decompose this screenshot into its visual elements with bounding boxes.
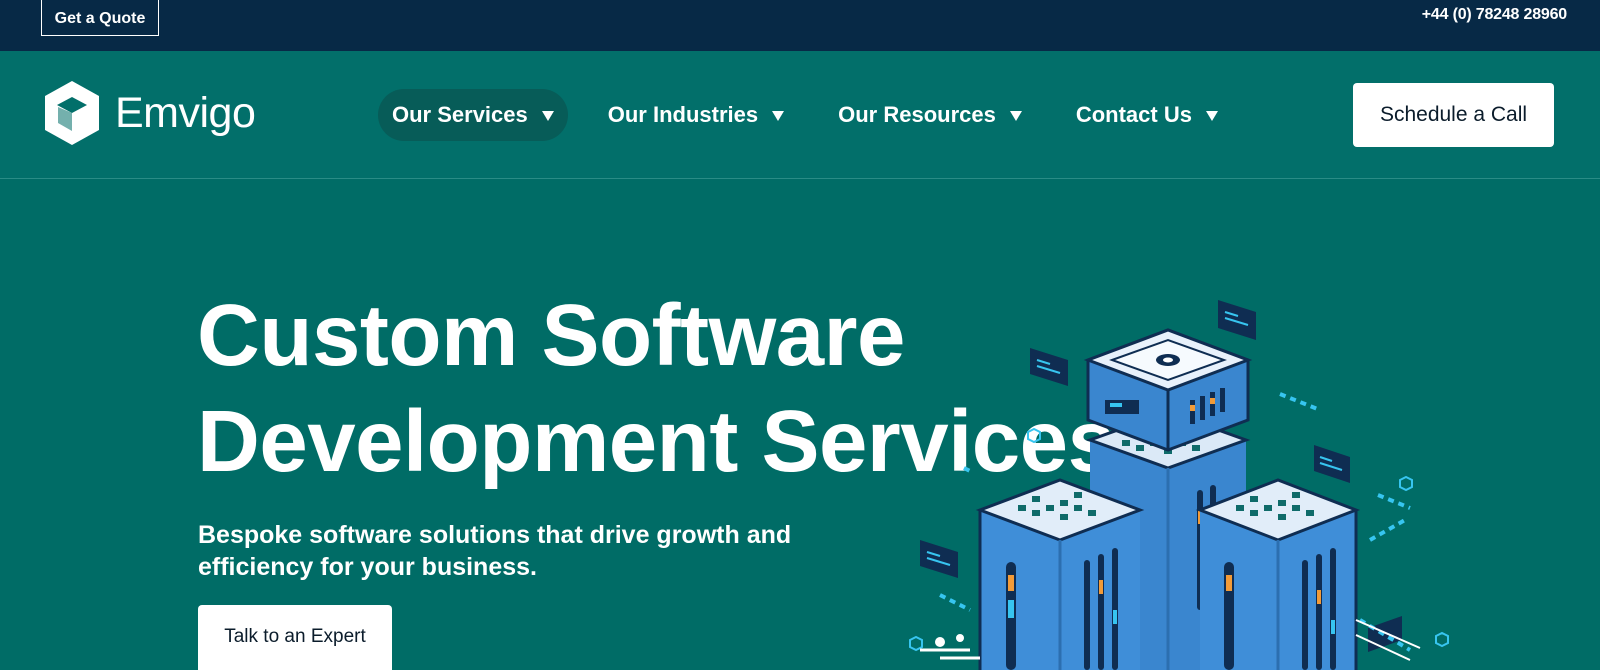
main-navbar: Emvigo Our Services Our Industries Our R… [0, 51, 1600, 179]
nav-item-label: Our Resources [838, 102, 996, 127]
hero-subtitle-line: Bespoke software solutions that drive gr… [198, 521, 792, 549]
isometric-server-racks-illustration [909, 300, 1449, 670]
hero-subtitle-line: efficiency for your business. [198, 553, 537, 581]
brand-name: Emvigo [115, 88, 256, 137]
nav-item-our-services[interactable]: Our Services [378, 89, 568, 141]
nav-item-label: Our Industries [607, 102, 759, 127]
brand-logo[interactable]: Emvigo [41, 79, 256, 147]
server-tower-left [975, 478, 1145, 670]
nav-item-contact-us[interactable]: Contact Us [1062, 89, 1232, 141]
caret-down-icon [541, 111, 554, 121]
top-utility-bar: Get a Quote +44 (0) 78248 28960 [0, 0, 1600, 51]
nav-item-label: Our Services [392, 102, 528, 127]
floating-code-card [1368, 616, 1402, 652]
floating-code-card [1314, 445, 1350, 483]
floating-code-card [920, 540, 958, 578]
hero-subtitle: Bespoke software solutions that drive gr… [198, 519, 858, 583]
phone-number-link[interactable]: +44 (0) 78248 28960 [1422, 6, 1567, 24]
caret-down-icon [1205, 111, 1218, 121]
nav-item-our-industries[interactable]: Our Industries [594, 89, 798, 141]
get-a-quote-button[interactable]: Get a Quote [41, 0, 159, 36]
schedule-a-call-button[interactable]: Schedule a Call [1353, 83, 1554, 147]
caret-down-icon [1009, 111, 1022, 121]
server-tower-right [1195, 478, 1361, 670]
primary-nav: Our Services Our Industries Our Resource… [378, 89, 1258, 141]
nav-item-our-resources[interactable]: Our Resources [824, 89, 1036, 141]
caret-down-icon [772, 111, 785, 121]
floating-code-card [1218, 300, 1256, 340]
nav-item-label: Contact Us [1075, 102, 1192, 127]
floating-code-card [1030, 348, 1068, 386]
talk-to-an-expert-button[interactable]: Talk to an Expert [198, 605, 392, 670]
hexagon-cube-logo-icon [45, 81, 99, 145]
